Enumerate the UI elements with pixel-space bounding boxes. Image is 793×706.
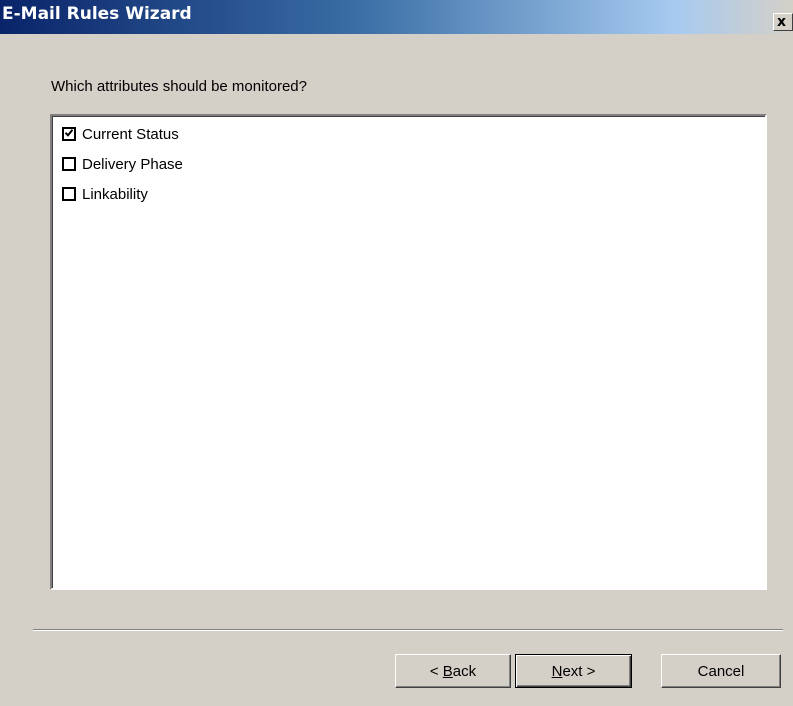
button-separator [33, 629, 783, 631]
attribute-label: Linkability [82, 185, 148, 203]
checkmark-icon [65, 129, 73, 137]
email-rules-wizard-dialog: E-Mail Rules Wizard x Which attributes s… [0, 0, 793, 706]
next-button-mnemonic: N [551, 662, 563, 680]
attribute-label: Delivery Phase [82, 155, 183, 173]
back-button-prefix: < [429, 662, 443, 680]
attribute-label: Current Status [82, 125, 179, 143]
next-button-label: ext > [562, 662, 596, 680]
attribute-item-linkability[interactable]: Linkability [62, 184, 148, 204]
current-status-checkbox[interactable] [62, 127, 76, 141]
next-button[interactable]: Next > [515, 654, 632, 688]
attribute-item-delivery-phase[interactable]: Delivery Phase [62, 154, 183, 174]
cancel-button-label: Cancel [697, 662, 745, 680]
linkability-checkbox[interactable] [62, 187, 76, 201]
attributes-listbox[interactable]: Current Status Delivery Phase Linkabilit… [50, 114, 767, 590]
delivery-phase-checkbox[interactable] [62, 157, 76, 171]
close-icon: x [777, 14, 787, 30]
title-bar[interactable]: E-Mail Rules Wizard x [0, 0, 793, 34]
close-button[interactable]: x [773, 13, 793, 31]
back-button[interactable]: < Back [395, 654, 511, 688]
cancel-button[interactable]: Cancel [661, 654, 781, 688]
question-label: Which attributes should be monitored? [51, 78, 307, 95]
attribute-item-current-status[interactable]: Current Status [62, 124, 179, 144]
back-button-label: ack [452, 662, 477, 680]
back-button-mnemonic: B [442, 662, 453, 680]
window-title: E-Mail Rules Wizard [2, 4, 192, 24]
